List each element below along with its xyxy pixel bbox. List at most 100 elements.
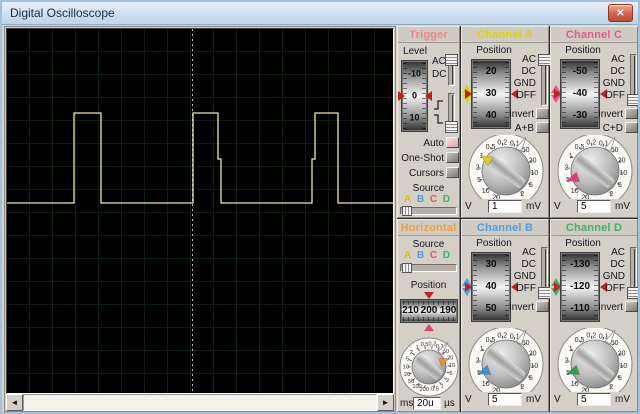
- svg-text:5: 5: [529, 182, 533, 189]
- horizontal-position-label: Position: [398, 280, 459, 291]
- channel-a-gain-knob[interactable]: 20105210.50.20.150201052: [462, 135, 550, 204]
- scroll-left-button[interactable]: ◄: [6, 394, 23, 411]
- display-scrollbar[interactable]: ◄ ►: [6, 394, 394, 411]
- channel-c-value-box[interactable]: 5: [577, 200, 611, 213]
- horizontal-position-drum[interactable]: 210 200 190: [400, 299, 458, 323]
- trigger-coupling-handle[interactable]: [445, 54, 458, 66]
- source-channel-b: B: [417, 250, 424, 261]
- control-area: Trigger Level -10 0 10 AC DC Aut: [397, 26, 638, 412]
- invert-label: Invert: [482, 109, 534, 120]
- scrollbar-track[interactable]: [23, 394, 377, 411]
- drum-marker-left: [465, 89, 472, 99]
- channel-a-invert-button[interactable]: [536, 108, 549, 119]
- millivolts-unit-label: mV: [526, 394, 541, 405]
- falling-edge-icon: [433, 112, 445, 130]
- svg-text:5: 5: [529, 375, 533, 382]
- coupling-dc-label: DC: [508, 66, 536, 77]
- oscilloscope-window: Digital Oscilloscope ✕ ◄ ► T: [0, 0, 640, 414]
- coupling-ac-label: AC: [597, 247, 625, 258]
- channel-b-value-box[interactable]: 5: [488, 393, 522, 406]
- svg-text:50: 50: [522, 340, 530, 347]
- trigger-edge-toggle[interactable]: [448, 93, 455, 133]
- coupling-dc-label: DC: [508, 259, 536, 270]
- svg-text:0.5: 0.5: [421, 342, 429, 348]
- svg-text:20: 20: [529, 351, 537, 358]
- channel-b-invert-button[interactable]: [536, 301, 549, 312]
- auto-button[interactable]: [446, 137, 459, 148]
- svg-text:1: 1: [416, 345, 419, 351]
- horizontal-source-slider[interactable]: [400, 264, 457, 272]
- channel-a-sum-button[interactable]: [536, 122, 549, 133]
- svg-text:2: 2: [476, 358, 480, 365]
- horizontal-panel: Horizontal Source ABCD Position 210 200 …: [397, 219, 460, 412]
- svg-text:1: 1: [441, 383, 444, 389]
- svg-text:20: 20: [529, 158, 537, 165]
- trigger-level-drum[interactable]: -10 0 10: [401, 60, 428, 132]
- horizontal-source-channels: ABCD: [404, 250, 450, 261]
- scroll-right-button[interactable]: ►: [377, 394, 394, 411]
- one-shot-button[interactable]: [446, 152, 459, 163]
- source-channel-d: D: [443, 194, 450, 205]
- svg-text:0.2: 0.2: [586, 333, 596, 340]
- svg-text:2: 2: [609, 191, 613, 198]
- channel-c-title: Channel C: [551, 27, 637, 43]
- hdrum-marker-top: [424, 292, 434, 299]
- channel-d-gain-knob[interactable]: 20105210.50.20.150201052: [551, 328, 639, 397]
- cursors-button[interactable]: [446, 167, 459, 178]
- cursors-label: Cursors: [400, 168, 444, 179]
- svg-text:5: 5: [618, 375, 622, 382]
- close-button[interactable]: ✕: [608, 4, 633, 22]
- trigger-source-channels: ABCD: [404, 194, 450, 205]
- sum-label: C+D: [571, 123, 623, 134]
- channel-b-panel: Channel B Position 30 40 50 AC DC GND OF…: [461, 219, 549, 412]
- channel-c-invert-button[interactable]: [625, 108, 638, 119]
- source-channel-c: C: [430, 194, 437, 205]
- trigger-title: Trigger: [398, 27, 459, 43]
- svg-text:2: 2: [565, 165, 569, 172]
- channel-c-gain-knob[interactable]: 20105210.50.20.150201052: [551, 135, 639, 204]
- channel-a-coupling-slider[interactable]: [541, 54, 548, 106]
- svg-text:20: 20: [581, 388, 589, 392]
- horizontal-source-handle[interactable]: [402, 263, 412, 273]
- coupling-ac-label: AC: [508, 247, 536, 258]
- trigger-edge-handle[interactable]: [445, 121, 458, 133]
- svg-text:5: 5: [406, 357, 409, 363]
- channel-d-title: Channel D: [551, 220, 637, 236]
- trigger-source-label: Source: [398, 183, 459, 194]
- trigger-coupling-toggle[interactable]: [448, 54, 455, 86]
- svg-text:5: 5: [477, 177, 481, 184]
- svg-text:10: 10: [620, 170, 628, 177]
- channel-d-coupling-handle[interactable]: [627, 287, 640, 299]
- source-channel-a: A: [404, 194, 411, 205]
- one-shot-label: One-Shot: [400, 153, 444, 164]
- svg-text:5: 5: [450, 371, 453, 377]
- svg-text:20: 20: [492, 388, 500, 392]
- svg-text:10: 10: [403, 364, 409, 370]
- channel-b-coupling-slider[interactable]: [541, 247, 548, 299]
- trigger-panel: Trigger Level -10 0 10 AC DC Aut: [397, 26, 460, 218]
- svg-text:10: 10: [482, 381, 490, 388]
- scope-graticule: [7, 29, 393, 393]
- timebase-value-box[interactable]: 20u: [413, 397, 441, 410]
- channel-b-gain-knob[interactable]: 20105210.50.20.150201052: [462, 328, 550, 397]
- channel-d-invert-button[interactable]: [625, 301, 638, 312]
- coupling-off-label: OFF: [597, 283, 625, 294]
- timebase-knob[interactable]: 2001005020105210.50.20.15020105210.5: [399, 332, 460, 407]
- channel-c-sum-button[interactable]: [625, 122, 638, 133]
- channel-a-panel: Channel A Position 20 30 40 AC DC GND OF…: [461, 26, 549, 218]
- trigger-source-handle[interactable]: [402, 206, 412, 216]
- millivolts-unit-label: mV: [615, 201, 630, 212]
- channel-b-title: Channel B: [462, 220, 548, 236]
- svg-text:2: 2: [446, 378, 449, 384]
- channel-a-value-box[interactable]: 1: [488, 200, 522, 213]
- millivolts-unit-label: mV: [526, 201, 541, 212]
- window-title: Digital Oscilloscope: [10, 6, 115, 20]
- ms-unit-label: ms: [400, 398, 413, 409]
- channel-c-coupling-slider[interactable]: [630, 54, 637, 106]
- channel-d-value-box[interactable]: 5: [577, 393, 611, 406]
- svg-text:10: 10: [571, 188, 579, 195]
- channel-c-coupling-handle[interactable]: [627, 94, 640, 106]
- channel-d-coupling-slider[interactable]: [630, 247, 637, 299]
- trigger-source-slider[interactable]: [400, 207, 457, 215]
- trigger-ac-label: AC: [432, 56, 446, 67]
